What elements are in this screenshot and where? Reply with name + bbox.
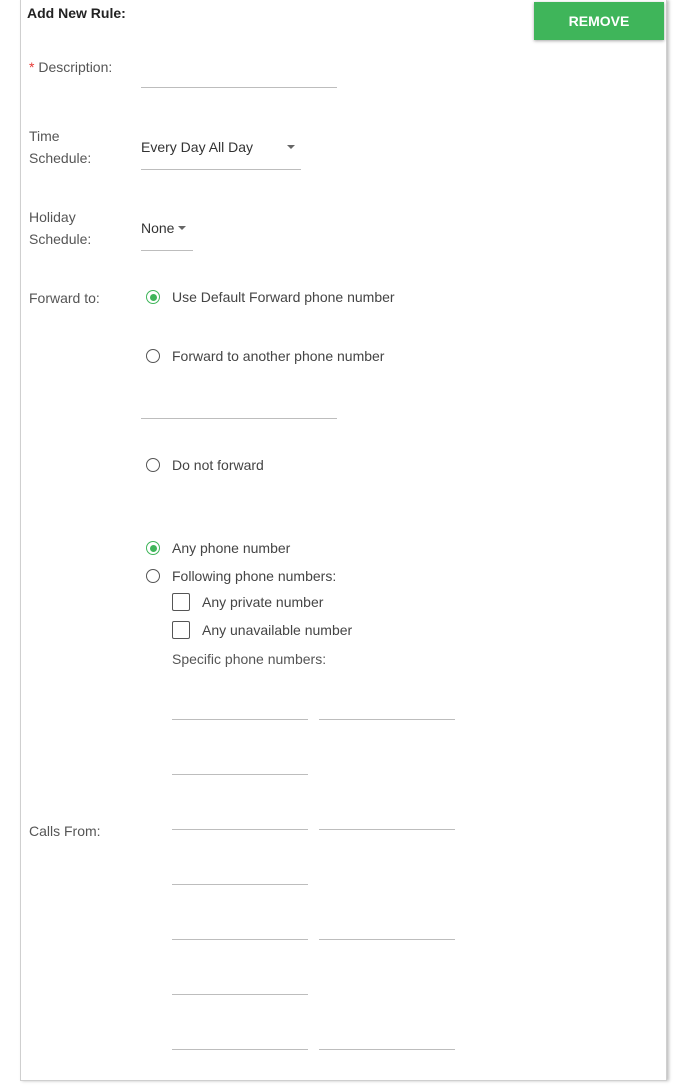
time-schedule-label-line1: Time: [29, 128, 60, 144]
chevron-down-icon: [287, 145, 296, 149]
checkbox-icon: [172, 593, 190, 611]
radio-unchecked-icon: [146, 458, 160, 472]
another-number-underline: [141, 418, 337, 419]
any-phone-number-label: Any phone number: [172, 540, 291, 556]
phone-number-input[interactable]: [172, 774, 308, 775]
time-schedule-dropdown[interactable]: Every Day All Day: [141, 137, 301, 157]
time-schedule-label-line2: Schedule:: [29, 150, 92, 166]
required-mark: *: [29, 59, 35, 75]
radio-checked-icon: [146, 541, 160, 555]
any-unavailable-number-checkbox[interactable]: Any unavailable number: [172, 621, 352, 639]
forward-default-label: Use Default Forward phone number: [172, 289, 395, 305]
phone-number-input[interactable]: [172, 994, 308, 995]
holiday-schedule-underline: [141, 250, 193, 251]
phone-number-input[interactable]: [319, 719, 455, 720]
description-input[interactable]: [141, 60, 337, 88]
specific-numbers-label: Specific phone numbers:: [172, 651, 327, 667]
radio-unchecked-icon: [146, 569, 160, 583]
holiday-schedule-value: None: [141, 220, 175, 236]
forward-another-label: Forward to another phone number: [172, 348, 385, 364]
time-schedule-label: Time Schedule:: [29, 125, 91, 169]
calls-from-label: Calls From:: [29, 823, 101, 839]
holiday-schedule-label-line1: Holiday: [29, 209, 76, 225]
radio-unchecked-icon: [146, 349, 160, 363]
phone-number-input[interactable]: [172, 1049, 308, 1050]
another-number-input[interactable]: [141, 390, 337, 418]
holiday-schedule-label: Holiday Schedule:: [29, 206, 91, 250]
radio-checked-icon: [146, 290, 160, 304]
time-schedule-value: Every Day All Day: [141, 139, 254, 155]
do-not-forward-option[interactable]: Do not forward: [146, 457, 264, 473]
any-private-number-checkbox[interactable]: Any private number: [172, 593, 323, 611]
description-underline: [141, 87, 337, 88]
form-title: Add New Rule:: [27, 5, 126, 21]
do-not-forward-label: Do not forward: [172, 457, 264, 473]
rule-panel: [20, 0, 667, 1081]
holiday-schedule-label-line2: Schedule:: [29, 231, 92, 247]
any-phone-number-option[interactable]: Any phone number: [146, 540, 290, 556]
forward-default-option[interactable]: Use Default Forward phone number: [146, 289, 395, 305]
phone-number-input[interactable]: [172, 719, 308, 720]
description-label-text: Description:: [38, 59, 113, 75]
remove-button[interactable]: REMOVE: [534, 2, 664, 40]
forward-another-option[interactable]: Forward to another phone number: [146, 348, 384, 364]
description-label: * Description:: [29, 56, 112, 78]
holiday-schedule-dropdown[interactable]: None: [141, 218, 193, 238]
time-schedule-underline: [141, 169, 301, 170]
forward-to-label: Forward to:: [29, 290, 100, 306]
phone-number-input[interactable]: [319, 939, 455, 940]
following-numbers-label: Following phone numbers:: [172, 568, 337, 584]
phone-number-input[interactable]: [319, 829, 455, 830]
checkbox-icon: [172, 621, 190, 639]
following-numbers-option[interactable]: Following phone numbers:: [146, 568, 336, 584]
phone-number-input[interactable]: [319, 1049, 455, 1050]
chevron-down-icon: [178, 226, 187, 230]
any-unavailable-number-label: Any unavailable number: [202, 622, 353, 638]
phone-number-input[interactable]: [172, 939, 308, 940]
any-private-number-label: Any private number: [202, 594, 324, 610]
phone-number-input[interactable]: [172, 884, 308, 885]
phone-number-input[interactable]: [172, 829, 308, 830]
